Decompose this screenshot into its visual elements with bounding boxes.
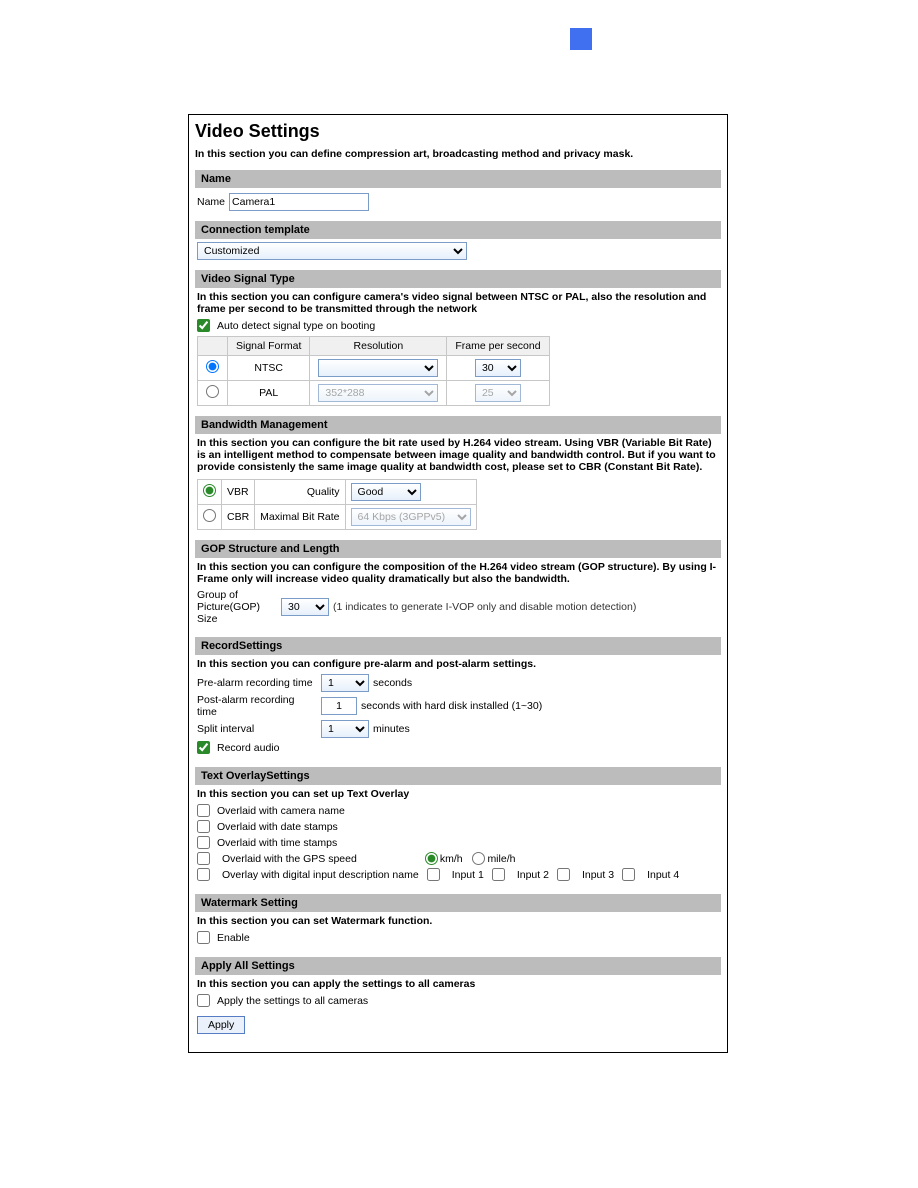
input1-checkbox[interactable] bbox=[427, 868, 440, 881]
page-marker bbox=[570, 28, 592, 50]
page-title: Video Settings bbox=[195, 121, 721, 142]
gop-hint: (1 indicates to generate I-VOP only and … bbox=[333, 601, 636, 613]
txt-desc: In this section you can set up Text Over… bbox=[197, 788, 719, 800]
postalarm-hint: seconds with hard disk installed (1~30) bbox=[361, 700, 542, 712]
gop-desc: In this section you can configure the co… bbox=[197, 561, 719, 585]
section-vst-head: Video Signal Type bbox=[195, 270, 721, 288]
split-select[interactable]: 1 bbox=[321, 720, 369, 738]
cbr-radio[interactable] bbox=[203, 509, 216, 522]
maxbr-label: Maximal Bit Rate bbox=[255, 505, 345, 530]
section-apply-head: Apply All Settings bbox=[195, 957, 721, 975]
input4-checkbox[interactable] bbox=[622, 868, 635, 881]
rec-desc: In this section you can configure pre-al… bbox=[197, 658, 719, 670]
apply-button[interactable]: Apply bbox=[197, 1016, 245, 1034]
mileh-radio[interactable] bbox=[472, 852, 485, 865]
bandwidth-table: VBR Quality Good CBR Maximal Bit Rate 64… bbox=[197, 479, 477, 530]
col-resolution: Resolution bbox=[310, 337, 447, 356]
section-name-head: Name bbox=[195, 170, 721, 188]
kmh-radio[interactable] bbox=[425, 852, 438, 865]
apply-desc: In this section you can apply the settin… bbox=[197, 978, 719, 990]
connection-template-select[interactable]: Customized bbox=[197, 242, 467, 260]
maxbr-select[interactable]: 64 Kbps (3GPPv5) bbox=[351, 508, 471, 526]
gop-select[interactable]: 30 bbox=[281, 598, 329, 616]
overlay-time-checkbox[interactable] bbox=[197, 836, 210, 849]
vbr-radio[interactable] bbox=[203, 484, 216, 497]
input2-label: Input 2 bbox=[517, 869, 549, 881]
ntsc-radio[interactable] bbox=[206, 360, 219, 373]
overlay-camera-label: Overlaid with camera name bbox=[217, 805, 345, 817]
apply-all-checkbox[interactable] bbox=[197, 994, 210, 1007]
quality-label: Quality bbox=[255, 480, 345, 505]
video-settings-panel: Video Settings In this section you can d… bbox=[188, 114, 728, 1053]
section-bw-head: Bandwidth Management bbox=[195, 416, 721, 434]
section-conn-head: Connection template bbox=[195, 221, 721, 239]
section-wm-head: Watermark Setting bbox=[195, 894, 721, 912]
ntsc-resolution-select[interactable] bbox=[318, 359, 438, 377]
pal-resolution-select[interactable]: 352*288 bbox=[318, 384, 438, 402]
pal-fps-select[interactable]: 25 bbox=[475, 384, 521, 402]
name-label: Name bbox=[197, 196, 225, 208]
pal-label: PAL bbox=[228, 381, 310, 406]
minutes-label: minutes bbox=[373, 723, 410, 735]
col-format: Signal Format bbox=[228, 337, 310, 356]
watermark-enable-checkbox[interactable] bbox=[197, 931, 210, 944]
split-label: Split interval bbox=[197, 723, 317, 735]
watermark-enable-label: Enable bbox=[217, 932, 250, 944]
input3-checkbox[interactable] bbox=[557, 868, 570, 881]
overlay-date-label: Overlaid with date stamps bbox=[217, 821, 338, 833]
record-audio-checkbox[interactable] bbox=[197, 741, 210, 754]
input3-label: Input 3 bbox=[582, 869, 614, 881]
table-row: NTSC 30 bbox=[198, 356, 550, 381]
gop-label: Group of Picture(GOP) Size bbox=[197, 589, 277, 625]
overlay-gps-checkbox[interactable] bbox=[197, 852, 210, 865]
overlay-camera-checkbox[interactable] bbox=[197, 804, 210, 817]
record-audio-label: Record audio bbox=[217, 742, 279, 754]
input1-label: Input 1 bbox=[452, 869, 484, 881]
ntsc-fps-select[interactable]: 30 bbox=[475, 359, 521, 377]
bw-desc: In this section you can configure the bi… bbox=[197, 437, 719, 473]
wm-desc: In this section you can set Watermark fu… bbox=[197, 915, 719, 927]
table-row: PAL 352*288 25 bbox=[198, 381, 550, 406]
postalarm-label: Post-alarm recording time bbox=[197, 694, 317, 718]
quality-select[interactable]: Good bbox=[351, 483, 421, 501]
autodetect-checkbox[interactable] bbox=[197, 319, 210, 332]
input2-checkbox[interactable] bbox=[492, 868, 505, 881]
pal-radio[interactable] bbox=[206, 385, 219, 398]
col-fps: Frame per second bbox=[447, 337, 549, 356]
prealarm-label: Pre-alarm recording time bbox=[197, 677, 317, 689]
signal-table: Signal Format Resolution Frame per secon… bbox=[197, 336, 550, 406]
overlay-digital-checkbox[interactable] bbox=[197, 868, 210, 881]
name-input[interactable] bbox=[229, 193, 369, 211]
page-intro: In this section you can define compressi… bbox=[195, 148, 721, 160]
col-blank bbox=[198, 337, 228, 356]
section-txt-head: Text OverlaySettings bbox=[195, 767, 721, 785]
overlay-gps-label: Overlaid with the GPS speed bbox=[222, 853, 357, 865]
apply-all-label: Apply the settings to all cameras bbox=[217, 995, 368, 1007]
seconds-label-1: seconds bbox=[373, 677, 412, 689]
vst-desc: In this section you can configure camera… bbox=[197, 291, 719, 315]
input4-label: Input 4 bbox=[647, 869, 679, 881]
overlay-time-label: Overlaid with time stamps bbox=[217, 837, 337, 849]
vbr-label: VBR bbox=[222, 480, 255, 505]
ntsc-label: NTSC bbox=[228, 356, 310, 381]
autodetect-label: Auto detect signal type on booting bbox=[217, 320, 375, 332]
prealarm-select[interactable]: 1 bbox=[321, 674, 369, 692]
overlay-date-checkbox[interactable] bbox=[197, 820, 210, 833]
overlay-digital-label: Overlay with digital input description n… bbox=[222, 869, 419, 881]
section-gop-head: GOP Structure and Length bbox=[195, 540, 721, 558]
cbr-label: CBR bbox=[222, 505, 255, 530]
kmh-label: km/h bbox=[440, 853, 463, 865]
postalarm-input[interactable] bbox=[321, 697, 357, 715]
section-rec-head: RecordSettings bbox=[195, 637, 721, 655]
mileh-label: mile/h bbox=[487, 853, 515, 865]
